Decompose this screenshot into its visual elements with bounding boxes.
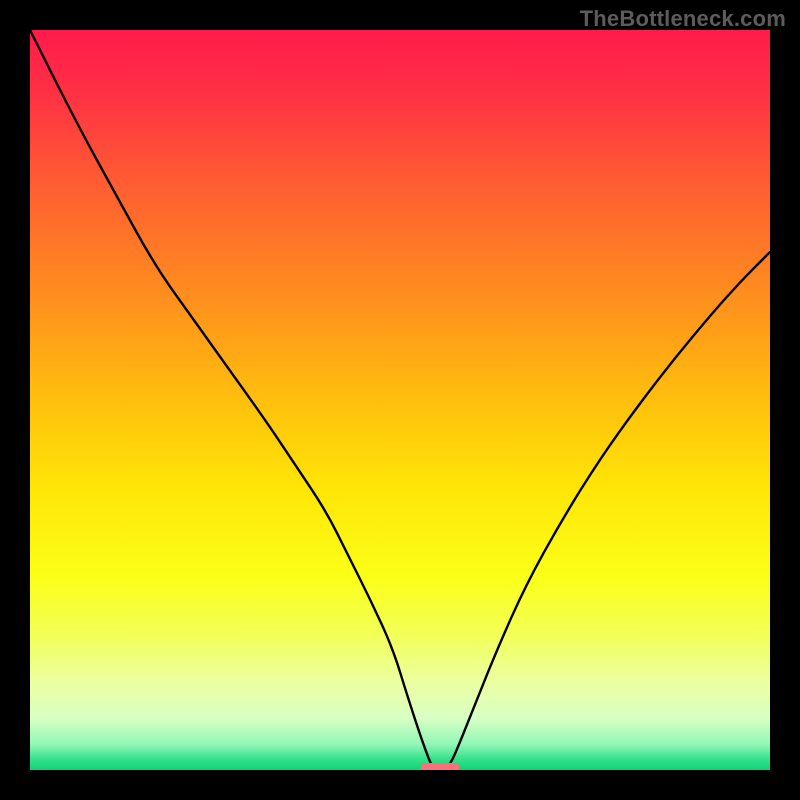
plot-area xyxy=(30,30,770,770)
chart-svg xyxy=(30,30,770,770)
chart-container: TheBottleneck.com xyxy=(0,0,800,800)
watermark-text: TheBottleneck.com xyxy=(580,6,786,32)
bottom-marker xyxy=(421,763,459,770)
gradient-background xyxy=(30,30,770,770)
